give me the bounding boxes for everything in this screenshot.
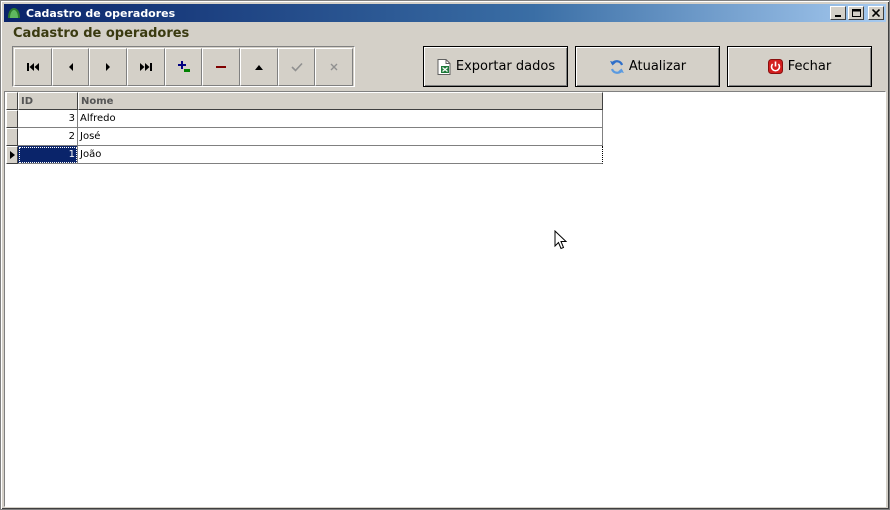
row-indicator[interactable] [6, 128, 18, 146]
current-row-indicator[interactable] [6, 146, 18, 164]
cell-id-selected[interactable]: 1 [18, 146, 78, 164]
header-indicator [6, 92, 18, 110]
minus-icon [216, 66, 227, 68]
cell-id[interactable]: 3 [18, 110, 78, 128]
prev-icon [68, 63, 73, 71]
refresh-button[interactable]: Atualizar [575, 46, 720, 87]
table-row-selected[interactable]: 1 João [6, 146, 603, 164]
maximize-button[interactable] [848, 6, 864, 20]
x-icon [330, 63, 338, 71]
column-header-id[interactable]: ID [18, 92, 78, 110]
nav-post-button[interactable] [277, 48, 316, 86]
table-row[interactable]: 3 Alfredo [6, 110, 603, 128]
refresh-label: Atualizar [628, 59, 687, 74]
nav-last-button[interactable] [127, 48, 165, 86]
nav-prior-button[interactable] [51, 48, 90, 86]
row-indicator[interactable] [6, 110, 18, 128]
main-window: Cadastro de operadores Cadastro de opera… [0, 0, 890, 510]
window-title: Cadastro de operadores [26, 6, 176, 20]
refresh-icon [609, 59, 625, 75]
close-window-button[interactable] [868, 6, 884, 20]
cell-nome[interactable]: Alfredo [78, 110, 603, 128]
skip-first-icon [26, 63, 39, 71]
skip-last-icon [139, 63, 152, 71]
power-icon [768, 59, 784, 75]
data-grid[interactable]: ID Nome 3 Alfredo 2 José 1 João [6, 92, 603, 164]
nav-delete-button[interactable] [202, 48, 241, 86]
export-label: Exportar dados [455, 59, 556, 74]
app-icon [6, 5, 22, 21]
mouse-pointer-icon [554, 229, 568, 254]
title-bar[interactable]: Cadastro de operadores [4, 4, 886, 22]
grid-area: ID Nome 3 Alfredo 2 José 1 João [4, 91, 886, 507]
excel-icon [436, 58, 452, 75]
table-row[interactable]: 2 José [6, 128, 603, 146]
form-heading: Cadastro de operadores [13, 26, 190, 41]
export-button[interactable]: Exportar dados [423, 46, 568, 87]
current-row-arrow-icon [9, 151, 15, 159]
column-header-nome[interactable]: Nome [78, 92, 603, 110]
nav-cancel-button[interactable] [315, 48, 354, 86]
cell-id[interactable]: 2 [18, 128, 78, 146]
close-label: Fechar [787, 59, 832, 74]
nav-next-button[interactable] [89, 48, 128, 86]
close-icon [872, 9, 880, 17]
nav-first-button[interactable] [14, 48, 52, 86]
minimize-icon [835, 15, 841, 17]
up-triangle-icon [254, 65, 263, 70]
nav-edit-button[interactable] [240, 48, 278, 86]
minimize-button[interactable] [830, 6, 846, 20]
grid-header-row: ID Nome [6, 92, 603, 110]
db-navigator [12, 46, 355, 87]
cell-nome[interactable]: José [78, 128, 603, 146]
close-button[interactable]: Fechar [727, 46, 872, 87]
maximize-icon [851, 9, 861, 17]
check-icon [290, 62, 303, 72]
nav-insert-button[interactable] [164, 48, 203, 86]
next-icon [106, 63, 111, 71]
plus-icon [177, 61, 190, 72]
window-controls [830, 6, 884, 20]
cell-nome[interactable]: João [78, 146, 603, 164]
